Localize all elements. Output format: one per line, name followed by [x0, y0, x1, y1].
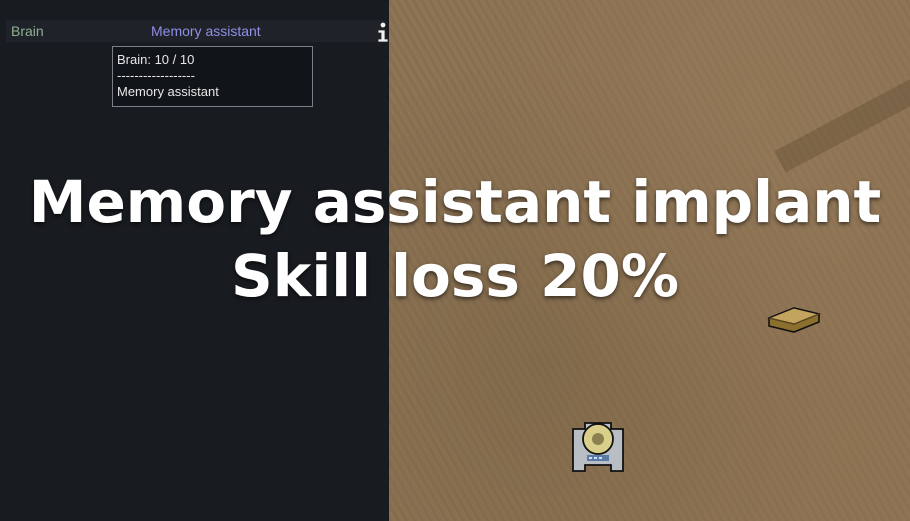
health-row-brain[interactable]: Brain Memory assistant — [6, 20, 389, 43]
condition-label: Memory assistant — [151, 23, 261, 39]
tooltip-separator: ------------------ — [117, 68, 195, 83]
terrain-track — [774, 71, 910, 173]
tooltip-brain: Brain: 10 / 10 ------------------ Memory… — [112, 46, 313, 107]
overlay-title: Memory assistant implant — [28, 168, 882, 236]
tooltip-condition-line: Memory assistant — [117, 84, 219, 99]
body-part-label: Brain — [11, 23, 44, 39]
overlay-subtitle: Skill loss 20% — [231, 242, 679, 310]
tooltip-health-line: Brain: 10 / 10 — [117, 52, 195, 67]
pawn-icon[interactable] — [567, 415, 629, 479]
